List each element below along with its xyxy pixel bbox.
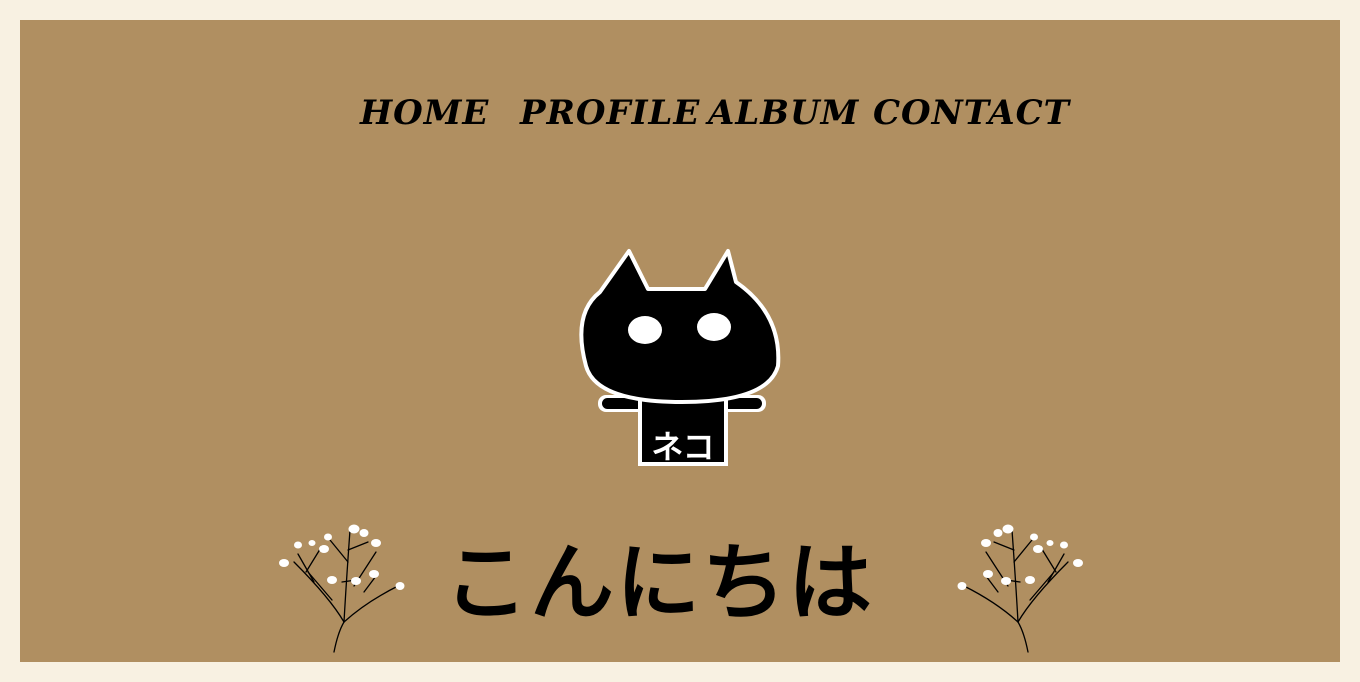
black-cat-icon: ネコ	[579, 249, 781, 466]
nav-link-contact[interactable]: CONTACT	[873, 92, 1070, 134]
main-panel: HOME PROFILE ALBUM CONTACT ネコ こんにちは	[20, 20, 1340, 662]
nav-link-home[interactable]: HOME	[360, 92, 489, 134]
cat-shirt-text: ネコ	[651, 428, 714, 466]
greeting-text: こんにちは	[444, 534, 875, 632]
baby-breath-flower-icon	[957, 524, 1083, 653]
nav-link-profile[interactable]: PROFILE	[520, 92, 700, 134]
baby-breath-flower-icon	[279, 524, 405, 653]
main-nav: HOME PROFILE ALBUM CONTACT	[20, 92, 1340, 134]
nav-link-album[interactable]: ALBUM	[708, 92, 859, 134]
